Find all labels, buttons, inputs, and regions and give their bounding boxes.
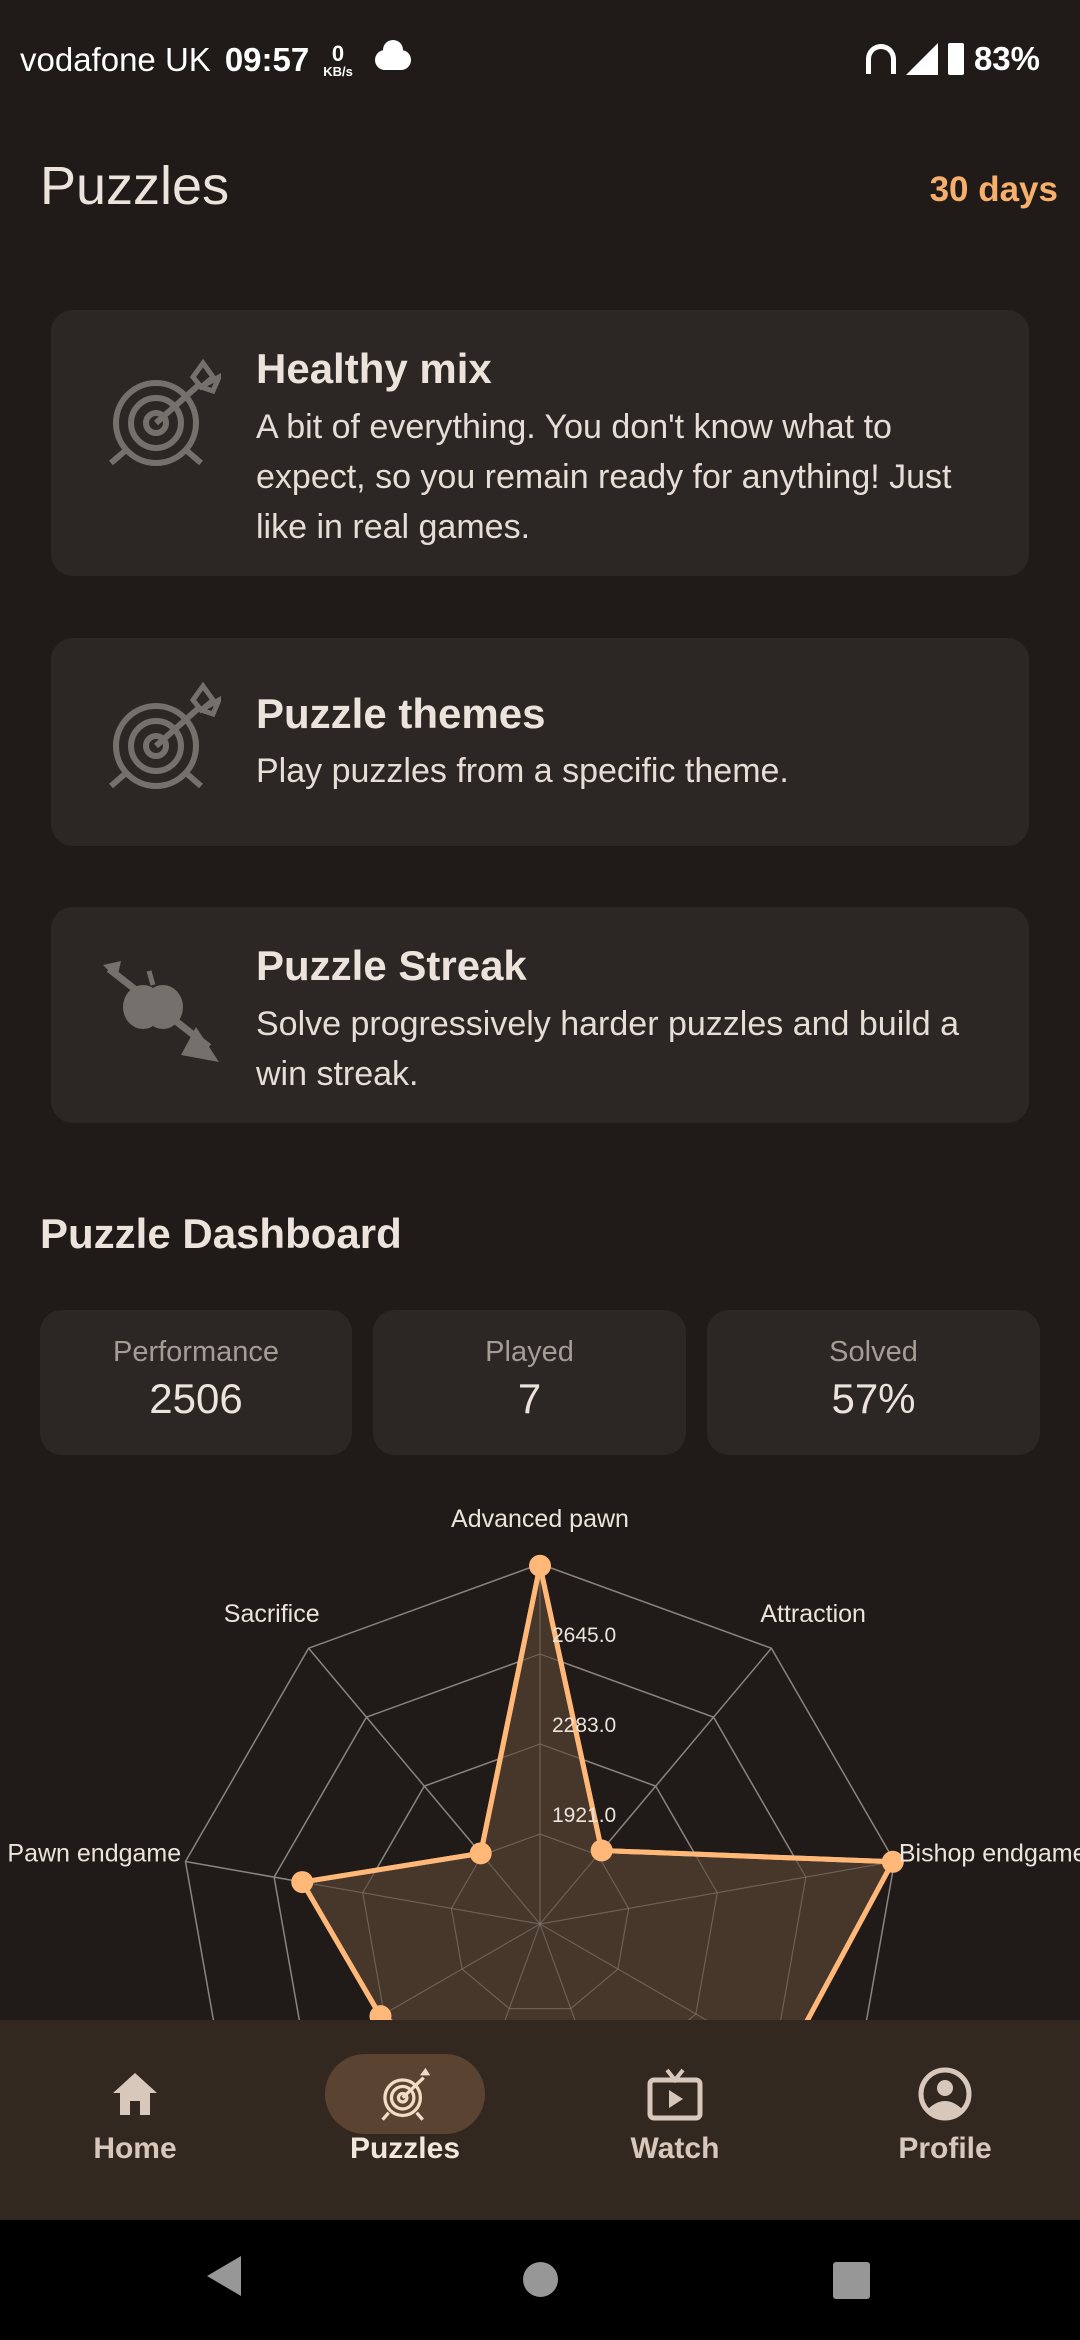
home-icon	[113, 2073, 157, 2115]
axis-label: Pawn endgame	[7, 1840, 181, 1868]
card-description: A bit of everything. You don't know what…	[256, 408, 952, 546]
net-speed-unit: KB/s	[323, 63, 353, 79]
target-icon	[101, 355, 221, 475]
stat-label: Played	[485, 1336, 574, 1368]
home-button[interactable]	[523, 2262, 558, 2297]
battery-icon	[947, 43, 964, 75]
stat-performance: Performance 2506	[40, 1310, 352, 1455]
tick-label: 1921.0	[552, 1804, 616, 1827]
status-bar: vodafone UK 09:57 0 KB/s 83%	[0, 0, 1080, 120]
nav-profile[interactable]: Profile	[810, 2020, 1080, 2220]
tv-icon	[647, 2068, 703, 2121]
net-speed-value: 0	[331, 40, 345, 66]
card-description: Play puzzles from a specific theme.	[256, 752, 789, 790]
card-title: Puzzle themes	[256, 690, 546, 737]
cloud-icon	[374, 40, 411, 70]
nav-home[interactable]: Home	[0, 2020, 270, 2220]
axis-label: Attraction	[760, 1600, 866, 1628]
stat-played: Played 7	[373, 1310, 686, 1455]
stat-label: Solved	[829, 1336, 918, 1368]
nav-label: Profile	[898, 2132, 992, 2165]
axis-label: Bishop endgame	[899, 1840, 1080, 1868]
battery-level: 83%	[973, 40, 1040, 77]
nav-watch[interactable]: Watch	[540, 2020, 810, 2220]
system-navigation-bar	[0, 2220, 1080, 2340]
puzzle-streak-card[interactable]: Puzzle Streak Solve progressively harder…	[51, 907, 1029, 1123]
carrier: vodafone UK	[20, 41, 211, 78]
back-button[interactable]	[207, 2256, 241, 2296]
period-selector[interactable]: 30 days	[930, 170, 1058, 210]
clock: 09:57	[224, 41, 310, 78]
data-point	[469, 1842, 492, 1865]
apple-arrow-icon	[103, 961, 219, 1062]
recents-button[interactable]	[833, 2262, 870, 2299]
profile-icon	[918, 2067, 972, 2121]
axis-label: Advanced pawn	[451, 1505, 629, 1533]
axis-label: Sacrifice	[224, 1600, 320, 1628]
signal-icon	[905, 43, 938, 75]
data-point	[529, 1554, 551, 1577]
nav-label: Puzzles	[349, 2132, 461, 2165]
data-point	[590, 1839, 613, 1862]
card-title: Healthy mix	[256, 345, 492, 392]
tick-label: 2283.0	[552, 1714, 616, 1737]
page-title: Puzzles	[40, 156, 230, 216]
stat-label: Performance	[112, 1336, 279, 1368]
bottom-navigation: Home Puzzles Watch Profile	[0, 2020, 1080, 2220]
stat-value: 7	[517, 1375, 542, 1422]
card-title: Puzzle Streak	[256, 942, 527, 989]
net-speed: 0 KB/s	[323, 40, 353, 79]
stat-solved: Solved 57%	[707, 1310, 1040, 1455]
theme-radar-chart: 1921.0 2283.0 2645.0 Advanced pawn Attractio…	[7, 1505, 1080, 2040]
nav-label: Home	[93, 2132, 177, 2165]
nav-puzzles[interactable]: Puzzles	[270, 2020, 540, 2220]
target-icon	[101, 678, 221, 798]
nav-label: Watch	[630, 2132, 720, 2165]
stat-value: 57%	[831, 1375, 916, 1422]
stat-value: 2506	[149, 1375, 243, 1422]
target-icon	[381, 2067, 431, 2121]
wifi-icon	[865, 44, 896, 74]
dashboard-title: Puzzle Dashboard	[40, 1210, 402, 1257]
tick-label: 2645.0	[552, 1624, 616, 1647]
card-description: Solve progressively harder puzzles and b…	[256, 1005, 960, 1093]
healthy-mix-card[interactable]: Healthy mix A bit of everything. You don…	[51, 310, 1029, 576]
puzzle-themes-card[interactable]: Puzzle themes Play puzzles from a specif…	[51, 638, 1029, 846]
data-point	[291, 1871, 314, 1894]
